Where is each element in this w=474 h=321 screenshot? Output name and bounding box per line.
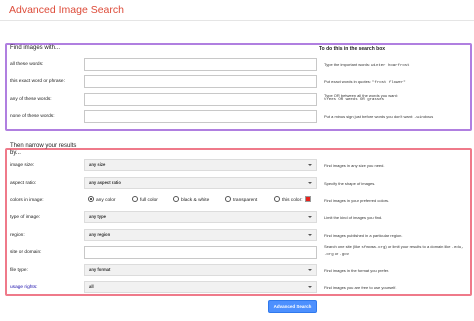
usage-rights-tip: Find images you are free to use yourself…: [324, 285, 397, 290]
none-words-tip: Put a minus sign just before words you d…: [324, 114, 469, 121]
narrow-heading-line1: Then narrow your results: [10, 143, 77, 149]
all-words-tip-example: winter hoarfrost: [371, 64, 410, 68]
chevron-down-icon: [308, 182, 312, 184]
image-type-select[interactable]: any type: [84, 211, 317, 223]
region-value: any region: [89, 232, 111, 237]
site-tip-example-3: .gov: [339, 253, 349, 257]
any-words-tip: Type OR between all the words you want: t…: [324, 93, 469, 103]
chevron-down-icon: [308, 286, 312, 288]
file-type-value: any format: [89, 267, 111, 272]
chevron-down-icon: [308, 216, 312, 218]
radio-transparent-label: transparent: [233, 198, 258, 203]
none-words-tip-example: -windows: [414, 116, 434, 120]
radio-transparent[interactable]: transparent: [225, 196, 257, 203]
region-tip: Find images published in a particular re…: [324, 233, 403, 238]
site-tip-example-1: sfmoma.org: [361, 246, 386, 250]
radio-icon: [173, 196, 179, 202]
aspect-ratio-value: any aspect ratio: [89, 180, 121, 185]
colors-tip: Find images in your preferred colors.: [324, 198, 390, 203]
chevron-down-icon: [308, 164, 312, 166]
any-words-input[interactable]: [84, 93, 317, 106]
site-tip-text-2: ) or limit your results to a domain like: [385, 244, 452, 249]
exact-phrase-tip-example: "frost flower": [372, 81, 406, 85]
file-type-tip: Find images in the format you prefer.: [324, 268, 390, 273]
color-radio-group: any color full color black & white trans…: [84, 194, 317, 206]
radio-full-color-label: full color: [140, 198, 158, 203]
exact-phrase-tip-text: Put exact words in quotes:: [324, 79, 373, 84]
site-label: site or domain:: [10, 250, 42, 255]
radio-black-white[interactable]: black & white: [173, 196, 209, 203]
image-size-value: any size: [89, 162, 106, 167]
search-box-heading: To do this in the search box: [319, 46, 386, 52]
radio-icon: [225, 196, 231, 202]
site-tip-text-1: Search one site (like: [324, 244, 362, 249]
any-words-label: any of these words:: [10, 97, 52, 102]
chevron-down-icon: [308, 269, 312, 271]
none-words-input[interactable]: [84, 110, 317, 123]
title-divider: [0, 20, 474, 21]
image-type-value: any type: [89, 214, 106, 219]
image-type-label: type of image:: [10, 215, 41, 220]
none-words-tip-text: Put a minus sign just before words you d…: [324, 114, 415, 119]
radio-any-color[interactable]: any color: [88, 196, 115, 203]
radio-icon: [274, 196, 280, 202]
site-tip: Search one site (like sfmoma.org) or lim…: [324, 244, 469, 258]
page-title: Advanced Image Search: [9, 4, 124, 16]
chevron-down-icon: [308, 234, 312, 236]
file-type-select[interactable]: any format: [84, 264, 317, 276]
aspect-ratio-tip: Specify the shape of images.: [324, 181, 376, 186]
all-words-tip-text: Type the important words:: [324, 62, 372, 67]
usage-rights-value: all: [89, 284, 94, 289]
all-words-tip: Type the important words: winter hoarfro…: [324, 62, 469, 69]
all-words-input[interactable]: [84, 58, 317, 71]
none-words-label: none of these words:: [10, 114, 55, 119]
image-type-tip: Limit the kind of images you find.: [324, 215, 383, 220]
region-label: region:: [10, 233, 25, 238]
aspect-ratio-select[interactable]: any aspect ratio: [84, 177, 317, 189]
aspect-ratio-label: aspect ratio:: [10, 181, 37, 186]
image-size-select[interactable]: any size: [84, 159, 317, 171]
all-words-label: all these words:: [10, 62, 44, 67]
exact-phrase-tip: Put exact words in quotes: "frost flower…: [324, 79, 469, 86]
image-size-label: image size:: [10, 163, 35, 168]
file-type-label: file type:: [10, 268, 28, 273]
site-input[interactable]: [84, 246, 317, 259]
usage-rights-select[interactable]: all: [84, 281, 317, 293]
exact-phrase-input[interactable]: [84, 75, 317, 88]
radio-black-white-label: black & white: [181, 198, 210, 203]
radio-selected-icon: [88, 196, 94, 202]
narrow-heading-line2: by...: [10, 150, 21, 156]
usage-rights-link[interactable]: usage rights:: [10, 285, 37, 290]
colors-label: colors in image:: [10, 198, 44, 203]
radio-icon: [132, 196, 138, 202]
radio-this-color-label: this color:: [282, 198, 303, 203]
exact-phrase-label: this exact word or phrase:: [10, 79, 65, 84]
image-size-tip: Find images in any size you need.: [324, 163, 385, 168]
radio-any-color-label: any color: [96, 198, 116, 203]
color-swatch[interactable]: [304, 196, 311, 202]
narrow-heading: Then narrow your results by...: [10, 143, 76, 157]
radio-full-color[interactable]: full color: [132, 196, 158, 203]
region-select[interactable]: any region: [84, 229, 317, 241]
find-heading: Find images with...: [10, 45, 61, 51]
advanced-search-button[interactable]: Advanced Search: [268, 300, 317, 313]
radio-this-color[interactable]: this color:: [274, 196, 311, 203]
any-words-tip-example: trees OR weeds OR grasses: [324, 98, 385, 102]
